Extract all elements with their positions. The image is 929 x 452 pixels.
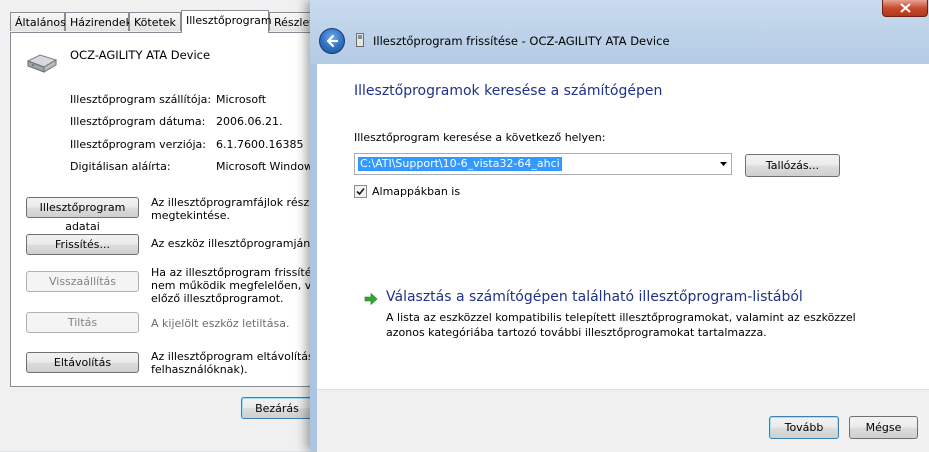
- tab-policies[interactable]: Házirendek: [65, 12, 132, 31]
- wizard-header: [310, 0, 929, 64]
- choose-desc-line2: azonos kategóriába tartozó további illes…: [386, 326, 767, 339]
- green-arrow-icon: [364, 292, 378, 306]
- disk-drive-icon: [26, 54, 58, 73]
- wizard-content: Illesztőprogramok keresése a számítógépe…: [317, 64, 929, 389]
- tab-volumes[interactable]: Kötetek: [129, 12, 181, 31]
- disable-device-button[interactable]: Tiltás: [26, 312, 139, 333]
- driver-version-label: Illesztőprogram verziója:: [70, 138, 206, 151]
- tab-driver[interactable]: Illesztőprogram: [181, 10, 272, 33]
- driver-date-label: Illesztőprogram dátuma:: [70, 115, 206, 128]
- driver-version-value: 6.1.7600.16385: [216, 138, 304, 151]
- close-icon: [900, 3, 911, 13]
- wizard-title: Illesztőprogram frissítése - OCZ-AGILITY…: [373, 34, 670, 48]
- choose-from-list-description: A lista az eszközzel kompatibilis telepí…: [386, 310, 856, 340]
- driver-details-button[interactable]: Illesztőprogram adatai: [26, 197, 139, 233]
- disable-device-description: A kijelölt eszköz letiltása.: [151, 317, 289, 330]
- search-location-label: Illesztőprogram keresése a következő hel…: [354, 131, 606, 144]
- disable-device-desc-line1: A kijelölt eszköz letiltása.: [151, 317, 290, 330]
- device-properties-dialog: Általános Házirendek Kötetek Illesztőpro…: [0, 0, 347, 451]
- choose-from-list-link[interactable]: Választás a számítógépen található illes…: [386, 289, 803, 305]
- tab-general[interactable]: Általános: [10, 12, 66, 31]
- roll-back-driver-button[interactable]: Visszaállítás: [26, 271, 139, 292]
- digital-signer-label: Digitálisan aláírta:: [70, 160, 171, 173]
- choose-desc-line1: A lista az eszközzel kompatibilis telepí…: [386, 311, 856, 324]
- driver-provider-label: Illesztőprogram szállítója:: [70, 93, 212, 106]
- update-driver-button[interactable]: Frissítés...: [26, 234, 139, 255]
- back-button[interactable]: [319, 28, 345, 54]
- window-close-button[interactable]: [882, 0, 928, 17]
- chevron-down-icon[interactable]: [720, 162, 727, 166]
- include-subfolders-checkbox[interactable]: [354, 185, 367, 198]
- next-button[interactable]: Tovább: [769, 416, 839, 439]
- digital-signer-value: Microsoft Windows: [216, 160, 319, 173]
- driver-tab-panel: OCZ-AGILITY ATA Device Illesztőprogram s…: [10, 32, 347, 387]
- uninstall-driver-button[interactable]: Eltávolítás: [26, 352, 139, 373]
- driver-date-value: 2006.06.21.: [216, 115, 283, 128]
- wizard-heading: Illesztőprogramok keresése a számítógépe…: [354, 83, 663, 99]
- include-subfolders-label[interactable]: Almappákban is: [372, 185, 460, 198]
- browse-button[interactable]: Tallózás...: [745, 154, 840, 177]
- driver-provider-value: Microsoft: [216, 93, 267, 106]
- driver-device-icon: [356, 33, 364, 47]
- checkmark-icon: [356, 187, 365, 196]
- update-driver-wizard: Illesztőprogram frissítése - OCZ-AGILITY…: [310, 0, 929, 452]
- cancel-button[interactable]: Mégse: [849, 416, 918, 439]
- search-path-combobox[interactable]: C:\ATI\Support\10-6_vista32-64_ahci: [354, 153, 732, 175]
- search-path-value[interactable]: C:\ATI\Support\10-6_vista32-64_ahci: [358, 157, 562, 171]
- device-name: OCZ-AGILITY ATA Device: [70, 48, 211, 62]
- back-arrow-icon: [326, 34, 339, 48]
- close-properties-button[interactable]: Bezárás: [241, 397, 313, 419]
- wizard-footer: Tovább Mégse: [317, 389, 929, 452]
